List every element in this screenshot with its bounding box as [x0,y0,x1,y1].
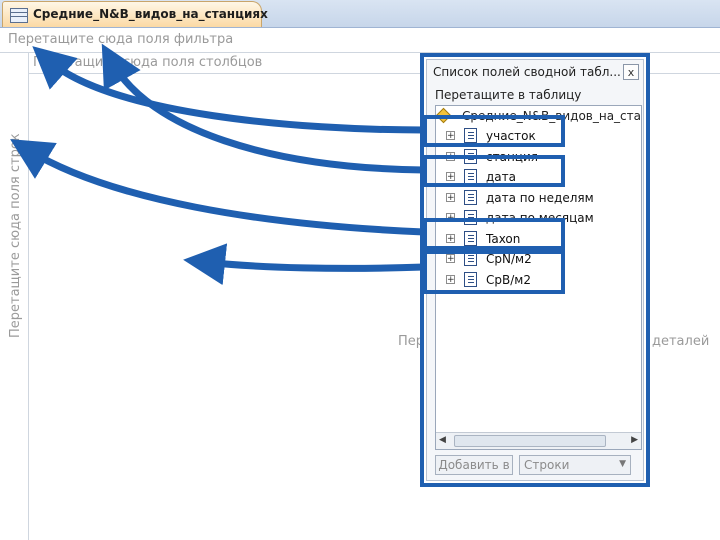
document-tab[interactable]: Средние_N&B_видов_на_станциях [2,1,268,27]
highlight-box-data [423,155,565,187]
scroll-right-icon[interactable]: ▶ [631,435,638,445]
tab-title: Средние_N&B_видов_на_станциях [33,7,268,21]
column-drop-label: Перетащите сюда поля столбцов [33,55,263,70]
area-select[interactable]: Строки ▼ [519,455,631,475]
drag-to-table-label: Перетащите в таблицу [435,88,582,102]
close-button[interactable]: x [623,64,639,80]
chevron-down-icon: ▼ [619,459,626,469]
area-select-value: Строки [524,458,570,472]
arrow-to-details [183,243,425,286]
detail-drop-label-right: деталей [652,334,710,349]
horizontal-scrollbar[interactable]: ◀ ▶ [436,432,641,449]
scroll-left-icon[interactable]: ◀ [439,435,446,445]
field-item-label: дата по неделям [486,191,594,205]
highlight-box-taxon [423,218,565,250]
highlight-box-uchastok [423,115,565,147]
field-list-title: Список полей сводной табл... [433,65,621,79]
row-drop-zone[interactable]: Перетащите сюда поля строк [0,53,29,540]
filter-drop-zone[interactable]: Перетащите сюда поля фильтра [0,28,720,53]
scroll-thumb[interactable] [454,435,606,447]
table-icon [10,8,28,23]
arrow-to-rows [10,139,425,236]
arrow-to-columns [101,43,425,174]
highlight-box-measures [423,250,565,294]
expand-icon[interactable]: + [446,193,455,203]
row-drop-label: Перетащите сюда поля строк [8,133,23,338]
field-item-date-by-week[interactable]: + дата по неделям [446,188,636,208]
document-tab-bar: Средние_N&B_видов_на_станциях [0,0,720,28]
filter-drop-label: Перетащите сюда поля фильтра [8,32,234,47]
field-icon [464,190,477,205]
close-icon: x [627,66,635,79]
add-to-button[interactable]: Добавить в [435,455,513,475]
